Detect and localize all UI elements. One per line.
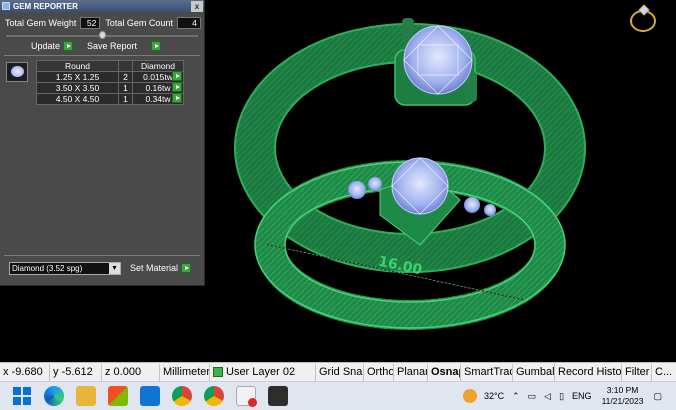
gem-size: 4.50 X 4.50 [36, 93, 119, 105]
gem-count: 2 [118, 71, 133, 83]
gem-table-header: Round Diamond [36, 60, 184, 72]
coord-y: y -5.612 [50, 363, 102, 381]
set-material-go-icon [181, 263, 192, 273]
table-row[interactable]: 1.25 X 1.25 2 0.015tw [36, 71, 184, 83]
clock[interactable]: 3:10 PM 11/21/2023 [602, 385, 644, 407]
round-gem-thumbnail [6, 62, 28, 82]
gem-size: 3.50 X 3.50 [36, 82, 119, 94]
save-report-button[interactable]: Save Report [87, 41, 162, 51]
ortho-toggle[interactable]: Ortho [364, 363, 394, 381]
battery-icon[interactable]: ▯ [559, 391, 564, 402]
extra-status: C... [655, 366, 673, 378]
ring-logo-icon [630, 4, 656, 32]
row-select-button[interactable] [172, 71, 182, 81]
chevron-up-icon[interactable]: ⌃ [512, 391, 520, 402]
smarttrack-toggle[interactable]: SmartTrack [461, 363, 513, 381]
panel-titlebar[interactable]: GEM REPORTER x [0, 0, 204, 12]
coord-x: x -9.680 [0, 363, 50, 381]
gem-count: 1 [118, 82, 133, 94]
gem-slider-handle[interactable] [99, 31, 106, 39]
grid-snap-toggle[interactable]: Grid Snap [316, 363, 364, 381]
coord-z: z 0.000 [102, 363, 160, 381]
chevron-down-icon: ▼ [109, 263, 120, 274]
table-row[interactable]: 3.50 X 3.50 1 0.16tw [36, 82, 184, 94]
app-window-icon[interactable] [268, 386, 288, 406]
row-select-button[interactable] [172, 93, 182, 103]
set-material-button[interactable]: Set Material [130, 263, 192, 273]
record-history-toggle[interactable]: Record History [555, 363, 622, 381]
osnap-toggle[interactable]: Osnap [428, 363, 461, 381]
set-material-label: Set Material [130, 263, 179, 273]
start-menu-icon[interactable] [12, 386, 32, 406]
col-header-count [118, 60, 133, 72]
planar-toggle[interactable]: Planar [394, 363, 428, 381]
save-report-label: Save Report [87, 41, 138, 51]
edge-browser-icon[interactable] [44, 386, 64, 406]
save-report-go-icon [151, 41, 162, 51]
language-indicator[interactable]: ENG [572, 391, 592, 401]
windows-taskbar: 32°C ⌃ ▭ ◁ ▯ ENG 3:10 PM 11/21/2023 ▢ [0, 381, 676, 410]
clock-date: 11/21/2023 [601, 396, 644, 406]
units-button[interactable]: Millimeters [160, 363, 210, 381]
total-gem-count-label: Total Gem Count [105, 18, 173, 28]
gem-size: 1.25 X 1.25 [36, 71, 119, 83]
update-label: Update [31, 41, 61, 51]
gem-count: 1 [118, 93, 133, 105]
panel-divider [4, 55, 200, 56]
gumball-toggle[interactable]: Gumball [513, 363, 555, 381]
chrome-icon[interactable] [172, 386, 192, 406]
filter-button[interactable]: Filter [622, 363, 652, 381]
mail-icon[interactable] [140, 386, 160, 406]
layer-name: User Layer 02 [226, 366, 296, 378]
total-gem-count-value: 4 [176, 17, 201, 29]
material-select[interactable]: Diamond (3.52 spg) ▼ [9, 262, 121, 275]
total-gem-weight-label: Total Gem Weight [5, 18, 77, 28]
rhino-app-icon[interactable] [236, 386, 257, 407]
close-button[interactable]: x [191, 0, 203, 12]
volume-icon[interactable]: ◁ [544, 391, 551, 402]
system-tray: 32°C ⌃ ▭ ◁ ▯ ENG 3:10 PM 11/21/2023 ▢ [460, 382, 676, 410]
update-go-icon [63, 41, 74, 51]
store-icon[interactable] [108, 386, 128, 406]
update-button[interactable]: Update [31, 41, 74, 51]
panel-divider [4, 255, 200, 256]
network-icon[interactable]: ▭ [528, 391, 537, 402]
table-row[interactable]: 4.50 X 4.50 1 0.34tw [36, 93, 184, 105]
layer-color-swatch [213, 367, 223, 377]
gem-reporter-icon [2, 2, 10, 10]
row-select-button[interactable] [172, 82, 182, 92]
total-gem-weight-value: 52 [80, 17, 101, 29]
layer-button[interactable]: User Layer 02 [210, 363, 316, 381]
status-bar: x -9.680 y -5.612 z 0.000 Millimeters Us… [0, 362, 676, 381]
col-header-round: Round [36, 60, 119, 72]
panel-title: GEM REPORTER [13, 1, 78, 11]
temperature: 32°C [484, 391, 505, 401]
gem-table: Round Diamond 1.25 X 1.25 2 0.015tw 3.50… [36, 60, 184, 105]
weather-icon[interactable] [463, 389, 477, 403]
rhino-window: 16.00 GEM REPORTER x Total Gem Weight 52… [0, 0, 676, 410]
chrome-icon[interactable] [204, 386, 224, 406]
material-value: Diamond (3.52 spg) [12, 264, 83, 273]
file-explorer-icon[interactable] [76, 386, 96, 406]
col-header-diamond: Diamond [132, 60, 184, 72]
notification-icon[interactable]: ▢ [653, 391, 662, 402]
gem-reporter-panel: GEM REPORTER x Total Gem Weight 52 Total… [0, 0, 205, 286]
clock-time: 3:10 PM [606, 385, 639, 395]
